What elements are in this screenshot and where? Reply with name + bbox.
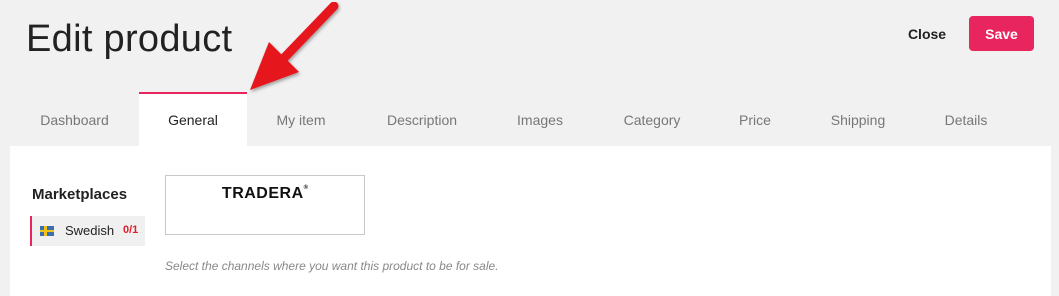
sweden-flag-icon	[40, 226, 54, 236]
tab-description[interactable]: Description	[367, 92, 477, 146]
channel-name: TRADERA	[221, 185, 304, 202]
tab-category[interactable]: Category	[600, 92, 704, 146]
save-button[interactable]: Save	[969, 16, 1034, 51]
tab-dashboard[interactable]: Dashboard	[10, 92, 139, 146]
header: Edit product Close Save	[0, 0, 1059, 92]
channel-card-tradera[interactable]: TRADERA®	[165, 175, 365, 235]
channels-hint: Select the channels where you want this …	[165, 259, 499, 273]
marketplace-item-swedish[interactable]: Swedish 0/1	[30, 216, 145, 246]
tab-shipping[interactable]: Shipping	[812, 92, 904, 146]
tab-price[interactable]: Price	[714, 92, 796, 146]
page-title: Edit product	[26, 18, 233, 60]
tab-images[interactable]: Images	[488, 92, 592, 146]
marketplaces-heading: Marketplaces	[32, 186, 128, 203]
red-arrow-icon	[250, 2, 339, 90]
tab-my-item[interactable]: My item	[247, 92, 355, 146]
marketplace-count-badge: 0/1	[123, 224, 139, 236]
marketplace-label: Swedish	[65, 223, 115, 238]
tradera-logo: TRADERA®	[166, 185, 364, 203]
tab-general[interactable]: General	[139, 92, 247, 146]
close-button[interactable]: Close	[896, 22, 958, 46]
general-panel: Marketplaces Swedish 0/1 TRADERA® Select…	[10, 146, 1051, 296]
registered-mark: ®	[303, 185, 309, 191]
tab-bar: Dashboard General My item Description Im…	[10, 92, 1051, 146]
tab-details[interactable]: Details	[928, 92, 1004, 146]
